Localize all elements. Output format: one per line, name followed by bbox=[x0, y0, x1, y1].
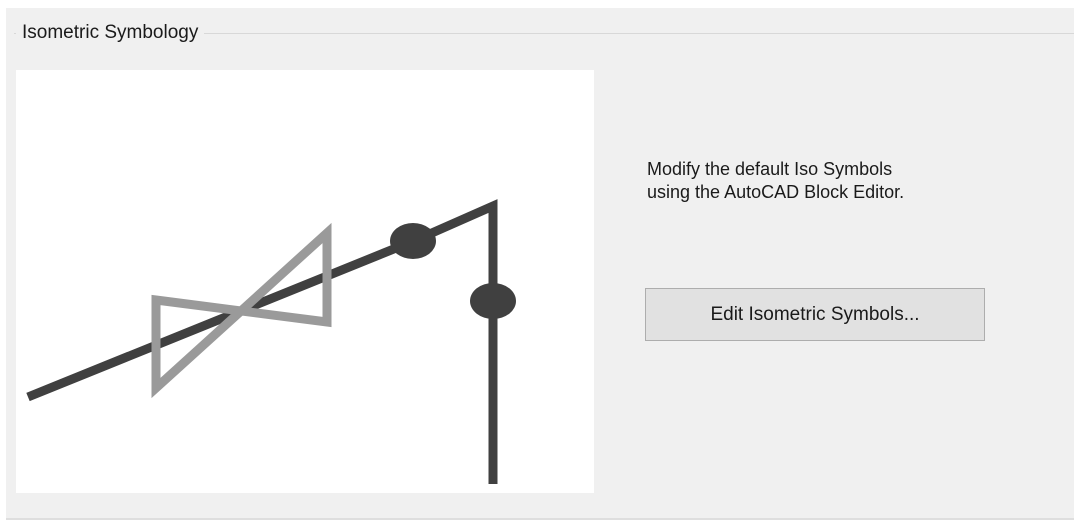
weld-point bbox=[390, 223, 436, 259]
description-line: using the AutoCAD Block Editor. bbox=[647, 182, 905, 202]
group-title: Isometric Symbology bbox=[16, 22, 205, 44]
isometric-symbology-group: Isometric Symbology Modify the default I… bbox=[6, 8, 1074, 520]
description-line: Modify the default Iso Symbols bbox=[647, 159, 893, 179]
symbol-preview bbox=[16, 70, 594, 493]
weld-point bbox=[470, 283, 516, 319]
edit-isometric-symbols-button[interactable]: Edit Isometric Symbols... bbox=[645, 288, 985, 341]
description-text: Modify the default Iso Symbols using the… bbox=[647, 158, 1007, 204]
valve-symbol bbox=[151, 222, 332, 399]
panel-bottom-border bbox=[6, 518, 1074, 520]
isometric-valve-symbol-icon bbox=[26, 199, 516, 484]
